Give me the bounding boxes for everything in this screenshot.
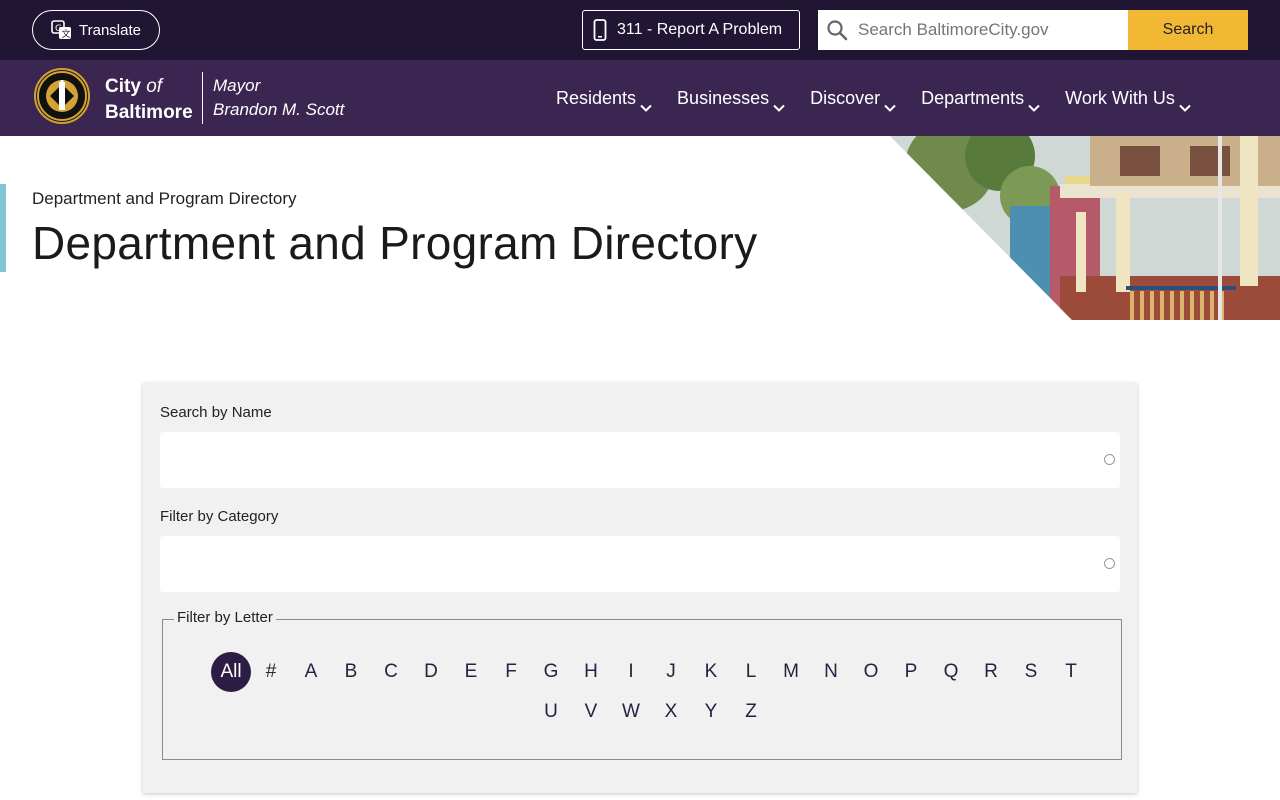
- brand-name[interactable]: City of Baltimore: [105, 74, 193, 126]
- search-icon: [826, 19, 848, 41]
- chevron-down-icon: [884, 96, 896, 112]
- report-problem-label: 311 - Report A Problem: [617, 21, 783, 38]
- letter-filter-e[interactable]: E: [451, 652, 491, 692]
- svg-text:文: 文: [62, 28, 71, 40]
- breadcrumb: Department and Program Directory: [32, 189, 297, 208]
- nav-menu: Residents Businesses Discover Department…: [556, 60, 1216, 136]
- brand-divider: [202, 72, 203, 124]
- directory-filter-panel: Search by Name Filter by Category Filter…: [143, 383, 1137, 793]
- filter-by-category-select[interactable]: [160, 536, 1120, 592]
- letter-filter-b[interactable]: B: [331, 652, 371, 692]
- letter-list: All # A B C D E F G H I J K L M N O P Q R S T U V W X Y Z: [201, 652, 1101, 732]
- letter-filter-s[interactable]: S: [1011, 652, 1051, 692]
- letter-filter-d[interactable]: D: [411, 652, 451, 692]
- search-field: [818, 10, 1128, 50]
- brand-of-word: of: [146, 76, 163, 97]
- search-button[interactable]: Search: [1128, 10, 1248, 50]
- translate-button[interactable]: G 文 Translate: [32, 10, 160, 50]
- letter-filter-r[interactable]: R: [971, 652, 1011, 692]
- translate-label: Translate: [79, 21, 141, 39]
- letter-filter-z[interactable]: Z: [731, 692, 771, 732]
- letter-filter-p[interactable]: P: [891, 652, 931, 692]
- city-seal-logo[interactable]: [34, 68, 90, 124]
- letter-filter-g[interactable]: G: [531, 652, 571, 692]
- nav-item-departments[interactable]: Departments: [921, 87, 1040, 112]
- nav-item-residents[interactable]: Residents: [556, 87, 652, 112]
- page-hero: Department and Program Directory Departm…: [0, 136, 1280, 320]
- letter-filter-w[interactable]: W: [611, 692, 651, 732]
- letter-filter-l[interactable]: L: [731, 652, 771, 692]
- chevron-down-icon: [773, 96, 785, 112]
- nav-item-label: Work With Us: [1065, 87, 1175, 108]
- nav-item-work-with-us[interactable]: Work With Us: [1065, 87, 1191, 112]
- brand-baltimore-word: Baltimore: [105, 102, 193, 123]
- letter-filter-n[interactable]: N: [811, 652, 851, 692]
- letter-filter-x[interactable]: X: [651, 692, 691, 732]
- filter-by-letter-group: Filter by Letter All # A B C D E F G H I J K L M N O P Q R S…: [162, 609, 1122, 760]
- letter-filter-f[interactable]: F: [491, 652, 531, 692]
- filter-by-category-label: Filter by Category: [160, 508, 279, 525]
- nav-item-label: Residents: [556, 87, 637, 108]
- letter-filter-all[interactable]: All: [211, 652, 251, 692]
- letter-filter-number[interactable]: #: [251, 652, 291, 692]
- loading-indicator-icon: [1104, 454, 1115, 465]
- loading-indicator-icon: [1104, 558, 1115, 569]
- chevron-down-icon: [1179, 96, 1191, 112]
- chevron-down-icon: [640, 96, 652, 112]
- letter-filter-k[interactable]: K: [691, 652, 731, 692]
- chevron-down-icon: [1028, 96, 1040, 112]
- letter-filter-j[interactable]: J: [651, 652, 691, 692]
- utility-bar: G 文 Translate 311 - Report A Problem Sea…: [0, 0, 1280, 60]
- report-problem-button[interactable]: 311 - Report A Problem: [582, 10, 800, 50]
- brand-city-word: City: [105, 76, 141, 97]
- page-title: Department and Program Directory: [32, 217, 758, 269]
- mayor-fullname: Brandon M. Scott: [213, 100, 345, 119]
- nav-item-businesses[interactable]: Businesses: [677, 87, 785, 112]
- site-search: Search: [818, 10, 1248, 50]
- mayor-title: Mayor: [213, 76, 261, 95]
- hero-accent-bar: [0, 184, 6, 272]
- letter-filter-o[interactable]: O: [851, 652, 891, 692]
- nav-item-label: Discover: [810, 87, 881, 108]
- search-input[interactable]: [858, 20, 1118, 40]
- letter-filter-u[interactable]: U: [531, 692, 571, 732]
- letter-filter-y[interactable]: Y: [691, 692, 731, 732]
- search-by-name-input[interactable]: [160, 432, 1120, 488]
- letter-filter-i[interactable]: I: [611, 652, 651, 692]
- nav-item-discover[interactable]: Discover: [810, 87, 896, 112]
- phone-icon: [593, 19, 607, 41]
- letter-filter-h[interactable]: H: [571, 652, 611, 692]
- mayor-name: Mayor Brandon M. Scott: [213, 74, 344, 122]
- letter-filter-t[interactable]: T: [1051, 652, 1091, 692]
- nav-item-label: Businesses: [677, 87, 770, 108]
- letter-filter-v[interactable]: V: [571, 692, 611, 732]
- search-by-name-label: Search by Name: [160, 404, 272, 421]
- hero-image: [890, 136, 1280, 320]
- letter-filter-a[interactable]: A: [291, 652, 331, 692]
- letter-filter-q[interactable]: Q: [931, 652, 971, 692]
- main-navigation: City of Baltimore Mayor Brandon M. Scott…: [0, 60, 1280, 136]
- letter-filter-m[interactable]: M: [771, 652, 811, 692]
- translate-icon: G 文: [51, 20, 73, 40]
- nav-item-label: Departments: [921, 87, 1025, 108]
- letter-filter-c[interactable]: C: [371, 652, 411, 692]
- filter-by-letter-legend: Filter by Letter: [174, 609, 276, 626]
